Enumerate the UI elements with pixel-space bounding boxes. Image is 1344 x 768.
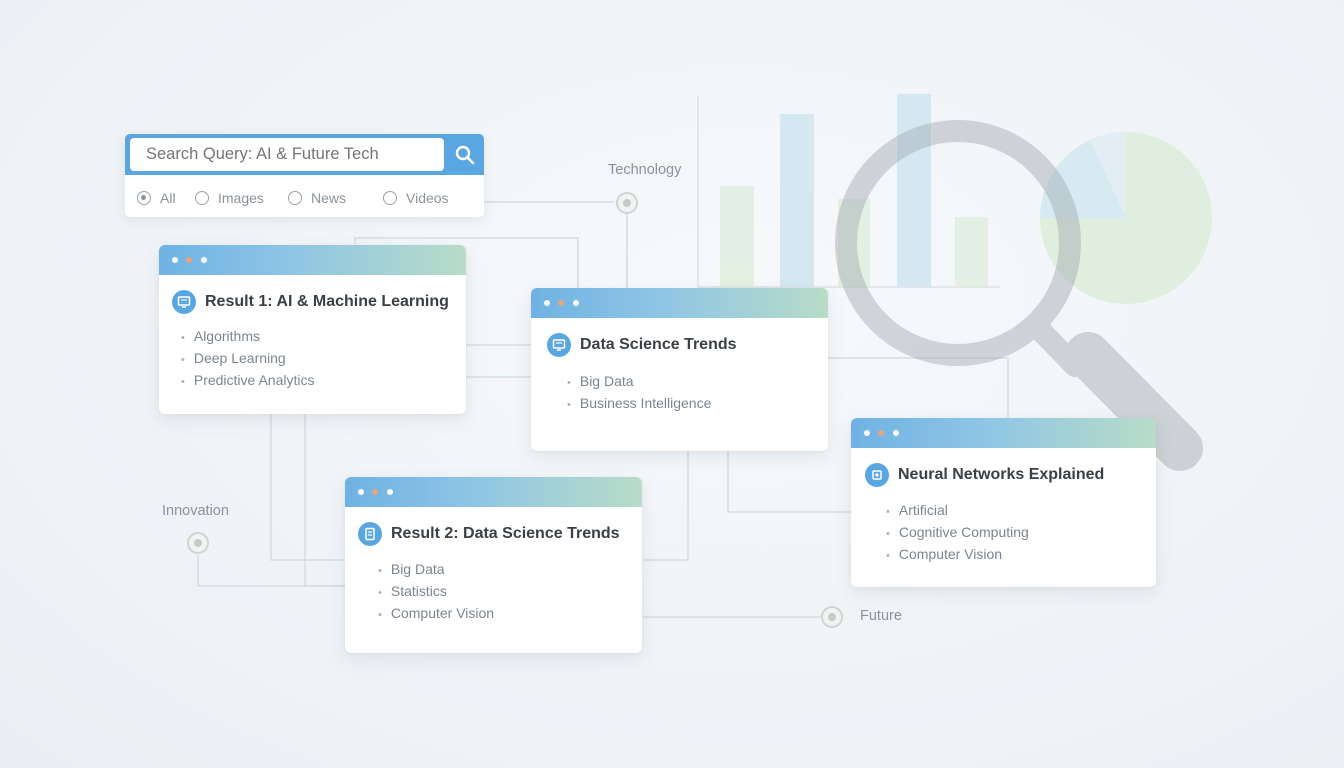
- filter-videos[interactable]: Videos: [383, 187, 449, 209]
- card-topic-list: Algorithms Deep Learning Predictive Anal…: [181, 325, 315, 391]
- node-label-innovation: Innovation: [162, 503, 229, 519]
- list-item: Big Data: [378, 558, 494, 580]
- list-item: Cognitive Computing: [886, 521, 1029, 543]
- node-future: [821, 606, 843, 628]
- radio-videos[interactable]: [383, 191, 397, 205]
- list-item: Big Data: [567, 370, 711, 392]
- result-card-data-science-trends-2[interactable]: Result 2: Data Science Trends Big Data S…: [345, 477, 642, 653]
- window-dot: [358, 489, 364, 495]
- search-filters: All Images News Videos: [137, 187, 477, 209]
- filter-all-label: All: [160, 190, 176, 206]
- filter-news[interactable]: News: [288, 187, 346, 209]
- card-title-row: Result 2: Data Science Trends: [358, 522, 620, 546]
- window-dot: [172, 257, 178, 263]
- window-dot: [372, 489, 378, 495]
- search-icon: [455, 145, 475, 164]
- node-label-technology: Technology: [608, 162, 682, 178]
- list-item: Artificial: [886, 499, 1029, 521]
- node-innovation: [187, 532, 209, 554]
- list-item: Computer Vision: [378, 602, 494, 624]
- search-button[interactable]: [449, 138, 481, 171]
- radio-images[interactable]: [195, 191, 209, 205]
- card-topic-list: Big Data Statistics Computer Vision: [378, 558, 494, 624]
- screen-icon: [547, 333, 571, 357]
- window-dot: [864, 430, 870, 436]
- window-dot: [893, 430, 899, 436]
- node-label-future: Future: [860, 608, 902, 624]
- window-dot: [387, 489, 393, 495]
- card-header: [159, 245, 466, 275]
- screen-icon: [172, 290, 196, 314]
- list-item: Algorithms: [181, 325, 314, 347]
- card-header: [345, 477, 642, 507]
- window-dot: [544, 300, 550, 306]
- card-title[interactable]: Data Science Trends: [580, 336, 737, 354]
- card-title[interactable]: Neural Networks Explained: [898, 466, 1104, 484]
- list-item: Statistics: [378, 580, 494, 602]
- card-topic-list: Big Data Business Intelligence: [567, 370, 712, 414]
- search-widget: All Images News Videos: [125, 134, 484, 217]
- search-input[interactable]: [130, 138, 444, 171]
- window-dot: [186, 257, 192, 263]
- list-item: Computer Vision: [886, 543, 1029, 565]
- card-title-row: Result 1: AI & Machine Learning: [172, 290, 449, 314]
- card-topic-list: Artificial Cognitive Computing Computer …: [886, 499, 1029, 565]
- result-card-neural-networks[interactable]: Neural Networks Explained Artificial Cog…: [851, 418, 1156, 587]
- card-title-row: Data Science Trends: [547, 333, 737, 357]
- list-item: Predictive Analytics: [181, 369, 315, 391]
- radio-all[interactable]: [137, 191, 151, 205]
- filter-news-label: News: [311, 190, 347, 206]
- card-title[interactable]: Result 2: Data Science Trends: [391, 525, 620, 543]
- card-title[interactable]: Result 1: AI & Machine Learning: [205, 293, 449, 311]
- radio-news[interactable]: [288, 191, 302, 205]
- document-icon: [358, 522, 382, 546]
- list-item: Deep Learning: [181, 347, 314, 369]
- window-dot: [201, 257, 207, 263]
- result-card-ai-machine-learning[interactable]: Result 1: AI & Machine Learning Algorith…: [159, 245, 466, 414]
- window-dot: [573, 300, 579, 306]
- filter-images[interactable]: Images: [195, 187, 264, 209]
- filter-images-label: Images: [218, 190, 264, 206]
- card-title-row: Neural Networks Explained: [865, 463, 1104, 487]
- list-item: Business Intelligence: [567, 392, 712, 414]
- search-bar: [125, 134, 484, 175]
- window-dot: [558, 300, 564, 306]
- filter-all[interactable]: All: [137, 187, 176, 209]
- filter-videos-label: Videos: [406, 190, 449, 206]
- chip-icon: [865, 463, 889, 487]
- node-technology: [616, 192, 638, 214]
- result-card-data-science-trends[interactable]: Data Science Trends Big Data Business In…: [531, 288, 828, 451]
- window-dot: [878, 430, 884, 436]
- card-header: [851, 418, 1156, 448]
- card-header: [531, 288, 828, 318]
